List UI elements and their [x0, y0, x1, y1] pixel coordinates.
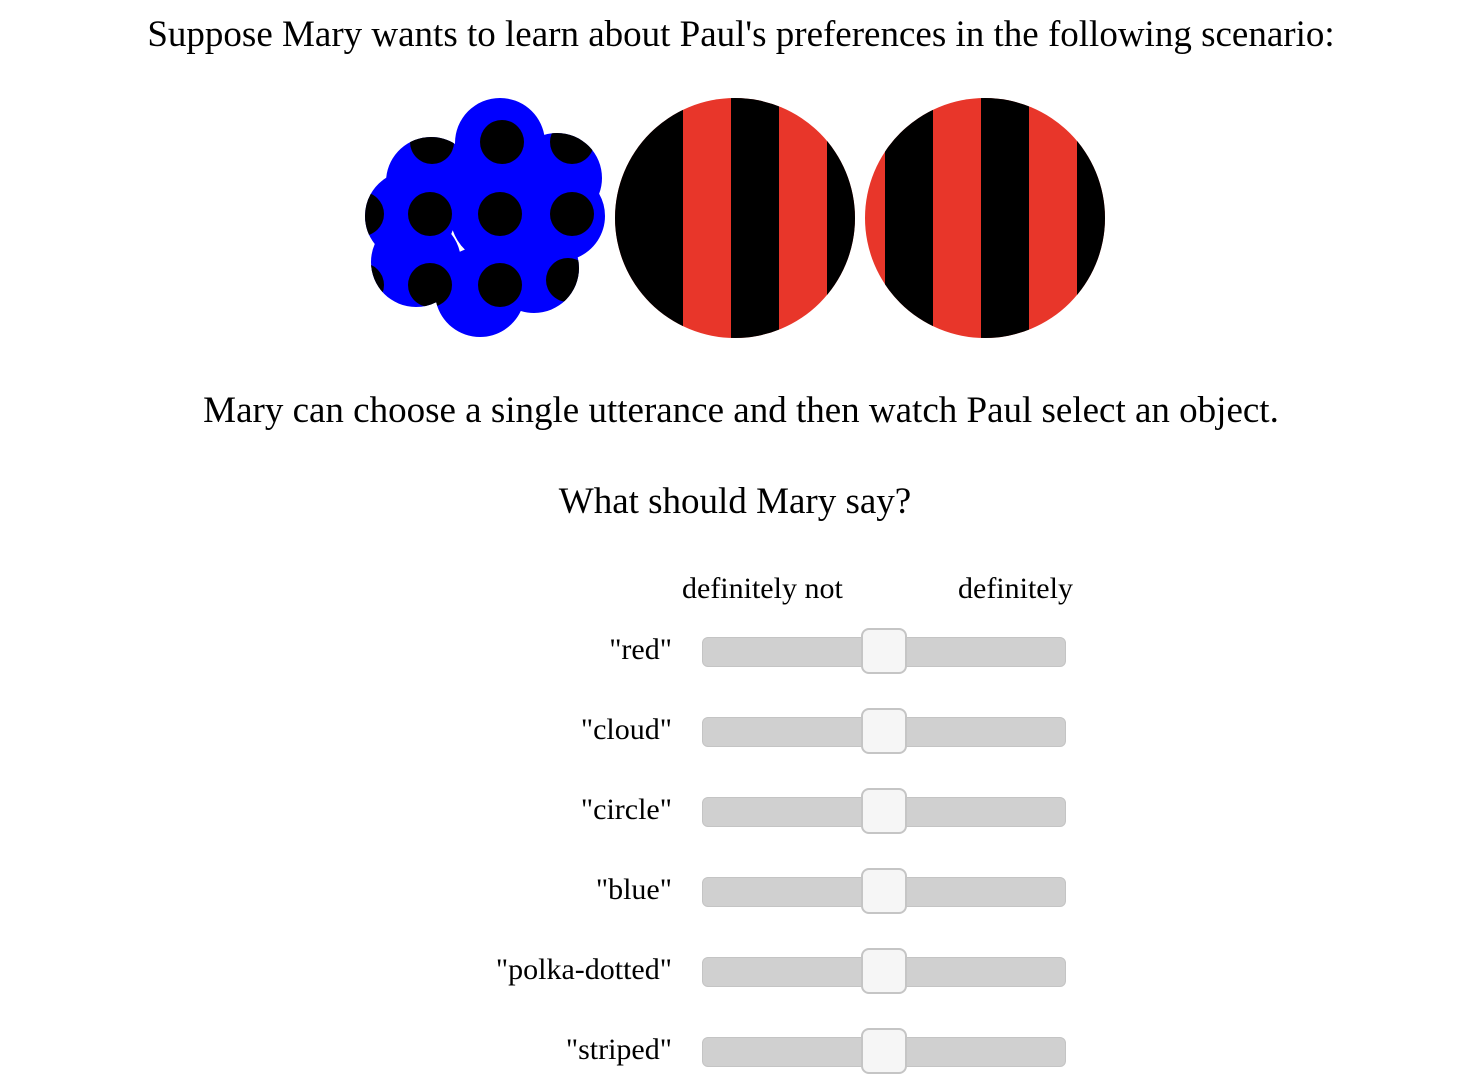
- utterance-row-circle: "circle": [0, 770, 1482, 850]
- utterance-row-polka-dotted: "polka-dotted": [0, 930, 1482, 1010]
- utterance-label: "circle": [580, 793, 672, 826]
- slider-handle[interactable]: [861, 708, 907, 754]
- object-blue-polka-dotted-cloud: [365, 98, 605, 337]
- utterance-row-blue: "blue": [0, 850, 1482, 930]
- object-lineup: [362, 96, 1108, 342]
- question-text: What should Mary say?: [558, 481, 912, 522]
- slider-handle[interactable]: [861, 788, 907, 834]
- utterance-row-cloud: "cloud": [0, 690, 1482, 770]
- slider-handle[interactable]: [861, 948, 907, 994]
- rating-slider-blue[interactable]: [702, 868, 1066, 914]
- slider-handle[interactable]: [861, 628, 907, 674]
- scale-label-left: definitely not: [682, 572, 843, 605]
- object-red-striped-circle-2: [865, 98, 1105, 338]
- rating-slider-polka-dotted[interactable]: [702, 948, 1066, 994]
- rating-slider-circle[interactable]: [702, 788, 1066, 834]
- object-red-striped-circle-1: [615, 98, 855, 338]
- utterance-row-striped: "striped": [0, 1010, 1482, 1090]
- utterance-label: "red": [609, 633, 672, 666]
- utterance-label: "blue": [595, 873, 672, 906]
- utterance-label: "striped": [565, 1033, 672, 1066]
- slider-handle[interactable]: [861, 868, 907, 914]
- utterance-label: "polka-dotted": [495, 953, 672, 986]
- scale-label-right: definitely: [958, 572, 1073, 605]
- objects-svg: [365, 98, 1105, 338]
- slider-handle[interactable]: [861, 1028, 907, 1074]
- rating-slider-cloud[interactable]: [702, 708, 1066, 754]
- instructions-text: Mary can choose a single utterance and t…: [203, 390, 1279, 431]
- rating-slider-striped[interactable]: [702, 1028, 1066, 1074]
- utterance-row-red: "red": [0, 610, 1482, 690]
- utterance-label: "cloud": [580, 713, 672, 746]
- rating-slider-red[interactable]: [702, 628, 1066, 674]
- intro-text: Suppose Mary wants to learn about Paul's…: [147, 14, 1335, 55]
